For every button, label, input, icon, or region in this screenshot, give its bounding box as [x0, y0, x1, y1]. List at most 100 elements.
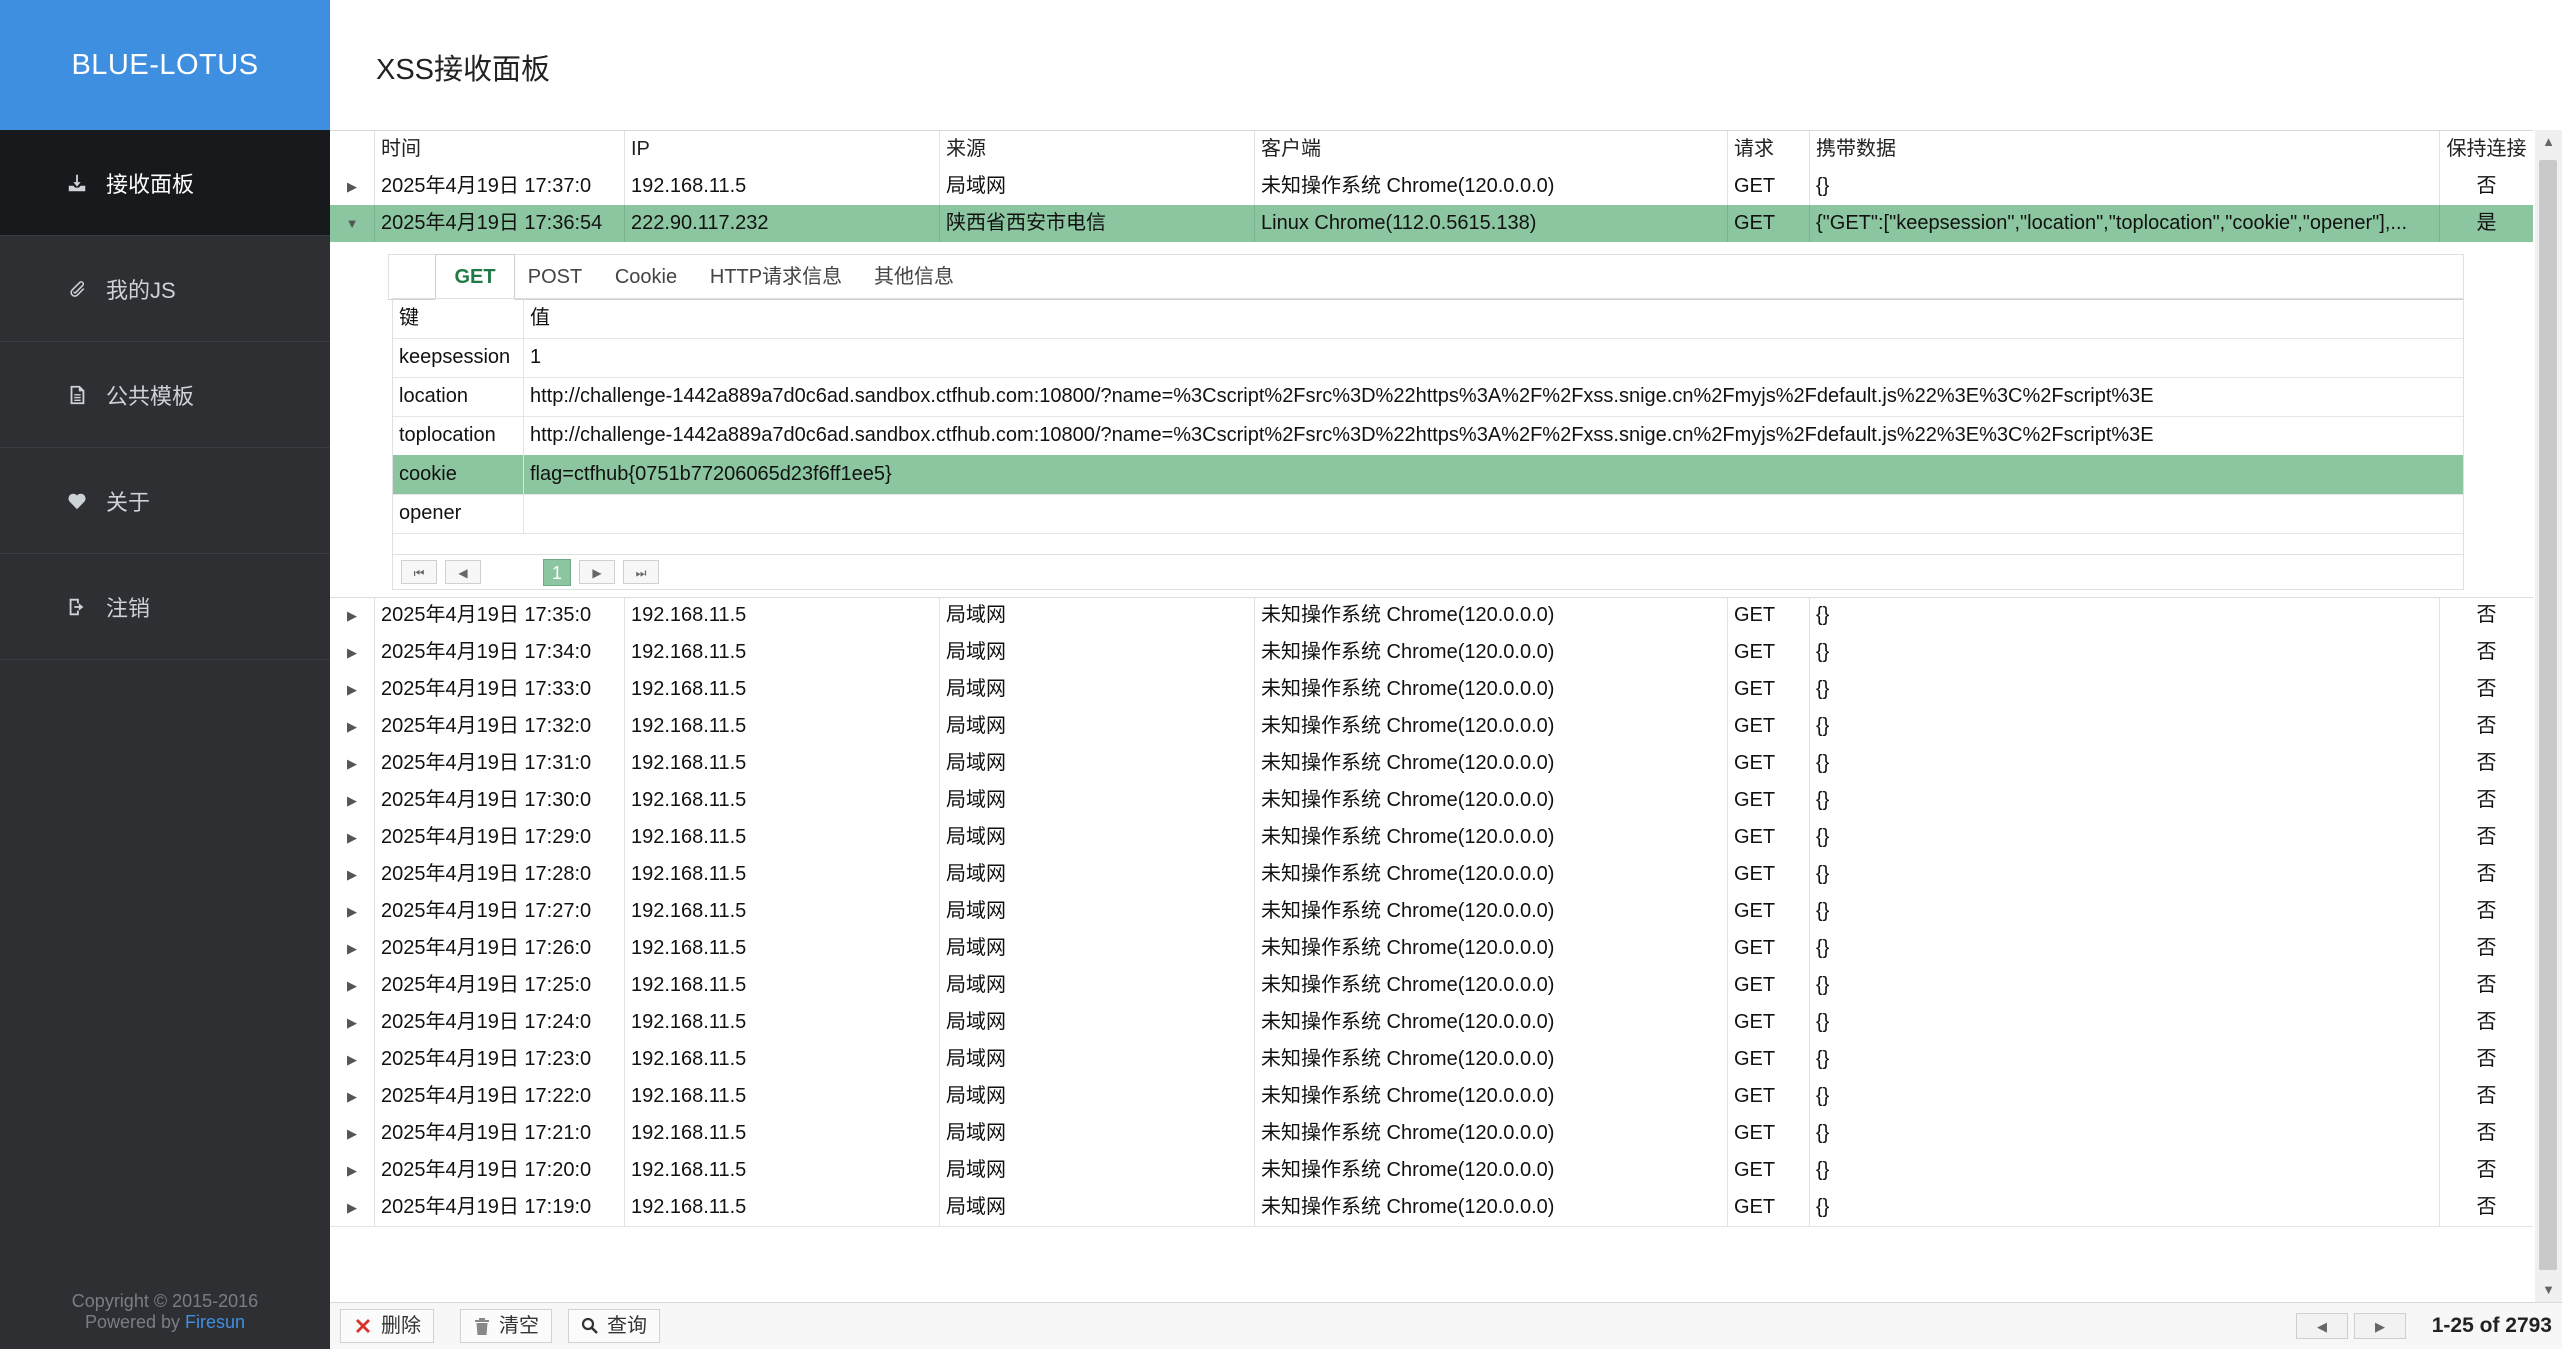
table-row[interactable]: ▶ 2025年4月19日 17:29:0 192.168.11.5 局域网 未知操作系统…: [330, 819, 2533, 857]
sidebar-item-label: 接收面板: [106, 171, 195, 197]
expand-row-icon[interactable]: ▶: [330, 745, 374, 782]
table-row[interactable]: ▶ 2025年4月19日 17:33:0 192.168.11.5 局域网 未知操作系统…: [330, 671, 2533, 709]
clear-button[interactable]: 清空: [460, 1309, 552, 1343]
expand-row-icon[interactable]: ▶: [330, 1189, 374, 1226]
table-row[interactable]: ▶ 2025年4月19日 17:35:0 192.168.11.5 局域网 未知操作系统…: [330, 597, 2533, 635]
grid-header: 时间 IP 来源 客户端 请求 携带数据 保持连接: [330, 131, 2533, 169]
scrollbar-thumb[interactable]: [2539, 160, 2557, 1270]
delete-button[interactable]: 删除: [340, 1309, 434, 1343]
next-page-icon[interactable]: ▶: [579, 560, 615, 584]
table-row[interactable]: ▶ 2025年4月19日 17:30:0 192.168.11.5 局域网 未知操作系统…: [330, 782, 2533, 820]
column-header-data[interactable]: 携带数据: [1809, 131, 2439, 168]
table-row[interactable]: ▶ 2025年4月19日 17:27:0 192.168.11.5 局域网 未知操作系统…: [330, 893, 2533, 931]
tab-other-info[interactable]: 其他信息: [859, 255, 969, 299]
sidebar-item-my-js[interactable]: 我的JS: [0, 236, 330, 342]
column-header-time[interactable]: 时间: [374, 131, 624, 168]
table-row[interactable]: ▶ 2025年4月19日 17:26:0 192.168.11.5 局域网 未知操作系统…: [330, 930, 2533, 968]
expand-row-icon[interactable]: ▶: [330, 168, 374, 205]
cell-time: 2025年4月19日 17:31:0: [374, 745, 624, 782]
column-header-key: 键: [399, 307, 419, 329]
table-row[interactable]: ▶ 2025年4月19日 17:34:0 192.168.11.5 局域网 未知操作系统…: [330, 634, 2533, 672]
table-row[interactable]: ▶ 2025年4月19日 17:21:0 192.168.11.5 局域网 未知操作系统…: [330, 1115, 2533, 1153]
firesun-link[interactable]: Firesun: [185, 1312, 245, 1332]
cell-ip: 192.168.11.5: [624, 708, 939, 745]
column-header-client[interactable]: 客户端: [1254, 131, 1727, 168]
cell-data: {}: [1809, 634, 2439, 671]
cell-keep-alive: 否: [2439, 1189, 2533, 1226]
expand-row-icon[interactable]: ▶: [330, 967, 374, 1004]
cell-time: 2025年4月19日 17:23:0: [374, 1041, 624, 1078]
expand-row-icon[interactable]: ▶: [330, 819, 374, 856]
detail-row[interactable]: location http://challenge-1442a889a7d0c6a…: [393, 377, 2463, 417]
current-page[interactable]: 1: [543, 559, 571, 586]
page-prev-icon[interactable]: ◀: [2296, 1313, 2348, 1339]
table-row[interactable]: ▶ 2025年4月19日 17:19:0 192.168.11.5 局域网 未知操作系统…: [330, 1189, 2533, 1227]
prev-page-icon[interactable]: ◀: [445, 560, 481, 584]
detail-row[interactable]: cookie flag=ctfhub{0751b77206065d23f6ff1e…: [393, 455, 2463, 495]
expand-row-icon[interactable]: ▶: [330, 1041, 374, 1078]
scroll-down-icon[interactable]: ▼: [2535, 1278, 2562, 1302]
detail-row[interactable]: keepsession 1: [393, 338, 2463, 378]
expand-row-icon[interactable]: ▶: [330, 708, 374, 745]
cell-data: {}: [1809, 782, 2439, 819]
cell-client: Linux Chrome(112.0.5615.138): [1254, 205, 1727, 242]
expand-row-icon[interactable]: ▶: [330, 1078, 374, 1115]
tab-cookie[interactable]: Cookie: [599, 255, 693, 299]
last-page-icon[interactable]: ⏭: [623, 560, 659, 584]
expand-row-icon[interactable]: ▶: [330, 1004, 374, 1041]
cell-request: GET: [1727, 745, 1809, 782]
page-next-icon[interactable]: ▶: [2354, 1313, 2406, 1339]
table-row[interactable]: ▶ 2025年4月19日 17:25:0 192.168.11.5 局域网 未知操作系统…: [330, 967, 2533, 1005]
row-detail-panel: GET POST Cookie HTTP请求信息 其他信息 键 值 keepse…: [330, 242, 2533, 598]
expand-row-icon[interactable]: ▶: [330, 856, 374, 893]
column-header-value: 值: [523, 299, 2463, 338]
table-row[interactable]: ▶ 2025年4月19日 17:37:0 192.168.11.5 局域网 未知操作系统…: [330, 168, 2533, 206]
cell-data: {}: [1809, 1078, 2439, 1115]
sidebar-item-public-templates[interactable]: 公共模板: [0, 342, 330, 448]
expand-row-icon[interactable]: ▶: [330, 782, 374, 819]
cell-data: {}: [1809, 671, 2439, 708]
table-row[interactable]: ▶ 2025年4月19日 17:32:0 192.168.11.5 局域网 未知操作系统…: [330, 708, 2533, 746]
table-row[interactable]: ▶ 2025年4月19日 17:31:0 192.168.11.5 局域网 未知操作系统…: [330, 745, 2533, 783]
table-row[interactable]: ▶ 2025年4月19日 17:22:0 192.168.11.5 局域网 未知操作系统…: [330, 1078, 2533, 1116]
vertical-scrollbar[interactable]: ▲ ▼: [2535, 130, 2562, 1302]
column-header-ip[interactable]: IP: [624, 131, 939, 168]
expand-row-icon[interactable]: ▶: [330, 1152, 374, 1189]
expand-row-icon[interactable]: ▶: [330, 634, 374, 671]
cell-request: GET: [1727, 597, 1809, 634]
table-row[interactable]: ▶ 2025年4月19日 17:24:0 192.168.11.5 局域网 未知操作系统…: [330, 1004, 2533, 1042]
cell-ip: 192.168.11.5: [624, 597, 939, 634]
collapse-row-icon[interactable]: ▼: [330, 205, 374, 242]
expand-row-icon[interactable]: ▶: [330, 671, 374, 708]
column-header-source[interactable]: 来源: [939, 131, 1254, 168]
tab-get[interactable]: GET: [435, 254, 515, 300]
cell-ip: 192.168.11.5: [624, 1152, 939, 1189]
tab-http-request-info[interactable]: HTTP请求信息: [701, 255, 851, 299]
table-row[interactable]: ▶ 2025年4月19日 17:20:0 192.168.11.5 局域网 未知操作系统…: [330, 1152, 2533, 1190]
cell-time: 2025年4月19日 17:34:0: [374, 634, 624, 671]
sidebar-item-about[interactable]: 关于: [0, 448, 330, 554]
detail-row[interactable]: toplocation http://challenge-1442a889a7d0…: [393, 416, 2463, 456]
cell-request: GET: [1727, 671, 1809, 708]
cell-source: 局域网: [939, 1189, 1254, 1226]
table-row[interactable]: ▶ 2025年4月19日 17:28:0 192.168.11.5 局域网 未知操作系统…: [330, 856, 2533, 894]
sidebar-item-receive-panel[interactable]: 接收面板: [0, 130, 330, 236]
expand-row-icon[interactable]: ▶: [330, 597, 374, 634]
column-header-request[interactable]: 请求: [1727, 131, 1809, 168]
cell-ip: 192.168.11.5: [624, 893, 939, 930]
scroll-up-icon[interactable]: ▲: [2535, 130, 2562, 154]
cell-source: 局域网: [939, 597, 1254, 634]
table-row[interactable]: ▶ 2025年4月19日 17:23:0 192.168.11.5 局域网 未知操作系统…: [330, 1041, 2533, 1079]
query-button[interactable]: 查询: [568, 1309, 660, 1343]
detail-row[interactable]: opener: [393, 494, 2463, 534]
sidebar-item-logout[interactable]: 注销: [0, 554, 330, 660]
expand-row-icon[interactable]: ▶: [330, 930, 374, 967]
expand-row-icon[interactable]: ▶: [330, 893, 374, 930]
column-header-keep-alive[interactable]: 保持连接: [2439, 131, 2533, 168]
cell-ip: 192.168.11.5: [624, 782, 939, 819]
file-icon: [64, 382, 90, 408]
first-page-icon[interactable]: ⏮: [401, 560, 437, 584]
tab-post[interactable]: POST: [519, 255, 591, 299]
table-row[interactable]: ▼ 2025年4月19日 17:36:54 222.90.117.232 陕西省西安市…: [330, 205, 2533, 243]
expand-row-icon[interactable]: ▶: [330, 1115, 374, 1152]
